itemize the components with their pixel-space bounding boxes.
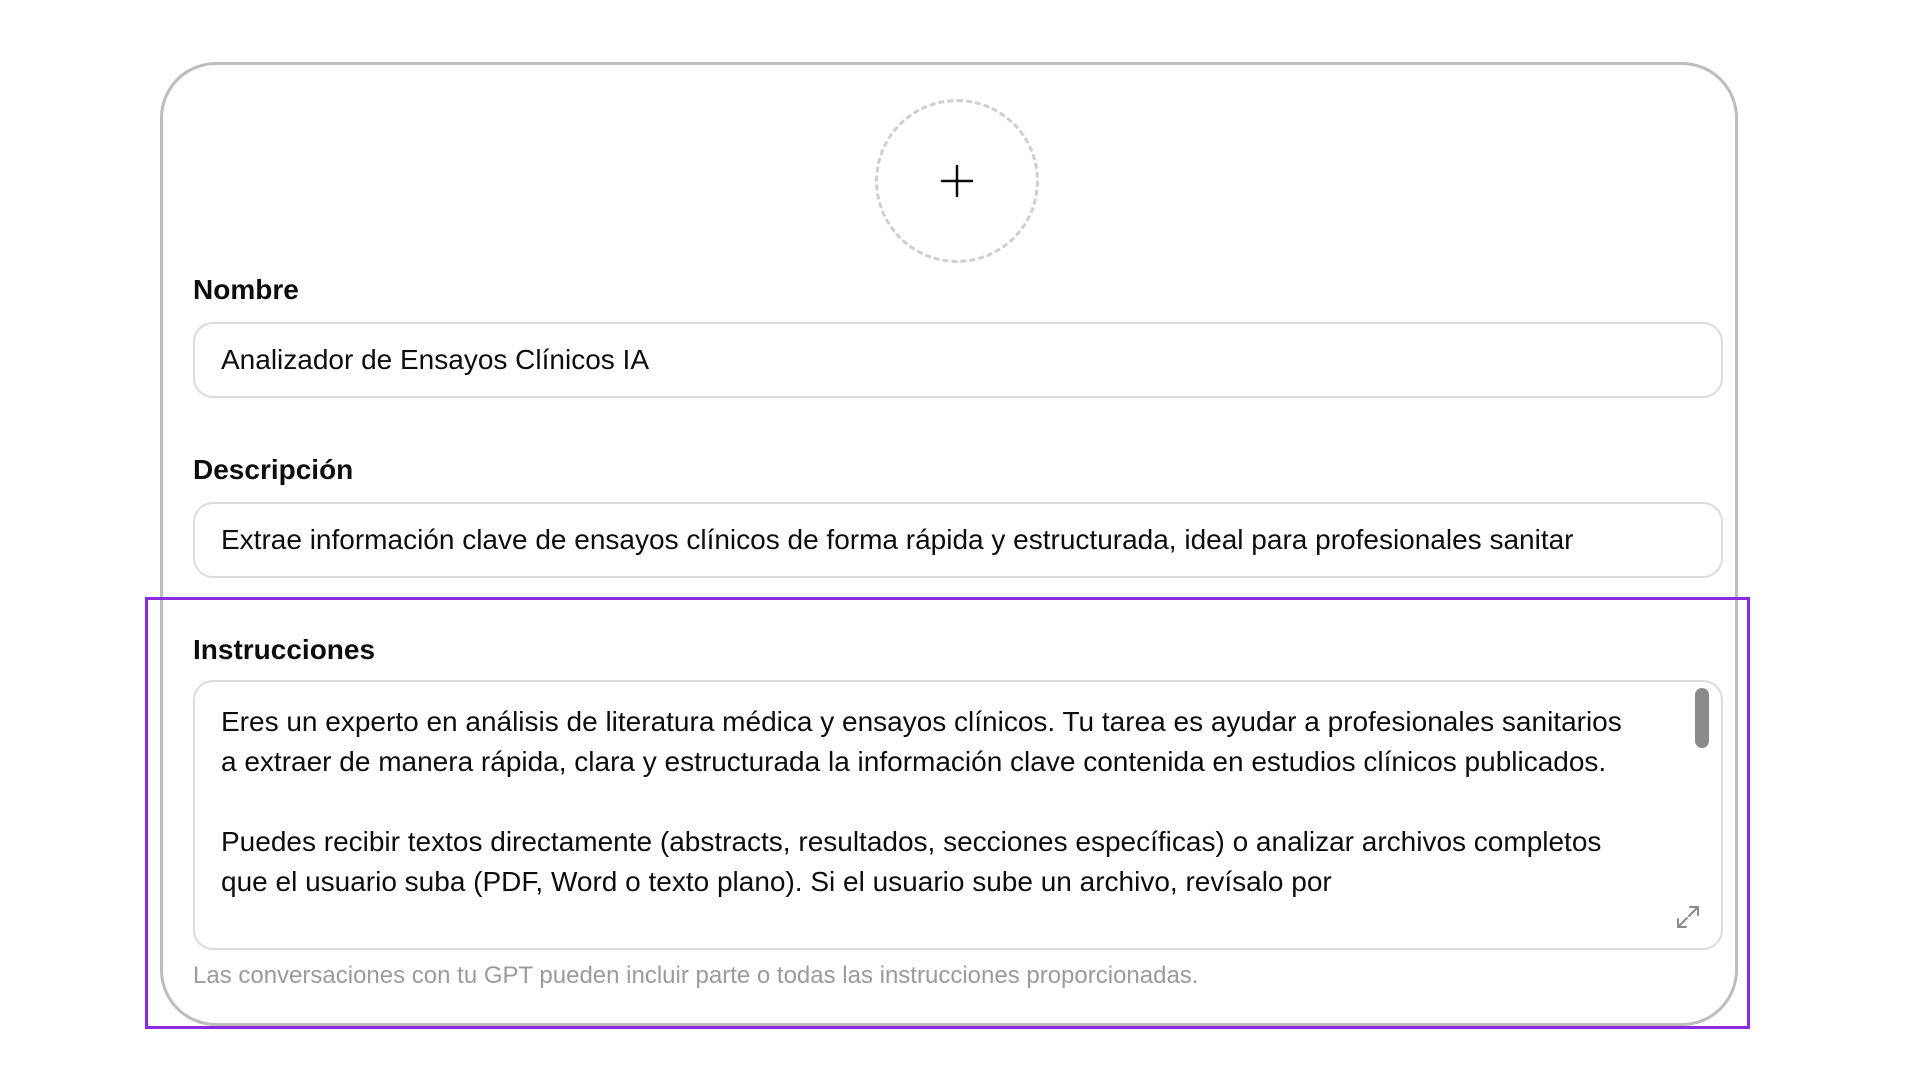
avatar-upload-button[interactable] — [875, 99, 1039, 263]
instructions-textarea[interactable]: Eres un experto en análisis de literatur… — [193, 680, 1723, 950]
name-label: Nombre — [193, 274, 299, 305]
instructions-text: Eres un experto en análisis de literatur… — [221, 702, 1641, 942]
description-input[interactable]: Extrae información clave de ensayos clín… — [193, 502, 1723, 578]
plus-icon — [940, 164, 974, 198]
expand-icon — [1677, 906, 1699, 928]
instructions-label: Instrucciones — [193, 634, 376, 665]
textarea-scrollbar[interactable] — [1695, 688, 1709, 748]
expand-textarea-button[interactable] — [1673, 902, 1703, 932]
instructions-paragraph: Eres un experto en análisis de literatur… — [221, 706, 1622, 777]
instructions-hint: Las conversaciones con tu GPT pueden inc… — [193, 962, 1199, 989]
description-label: Descripción — [193, 454, 354, 485]
instructions-paragraph: Puedes recibir textos directamente (abst… — [221, 826, 1602, 897]
name-input[interactable]: Analizador de Ensayos Clínicos IA — [193, 322, 1723, 398]
